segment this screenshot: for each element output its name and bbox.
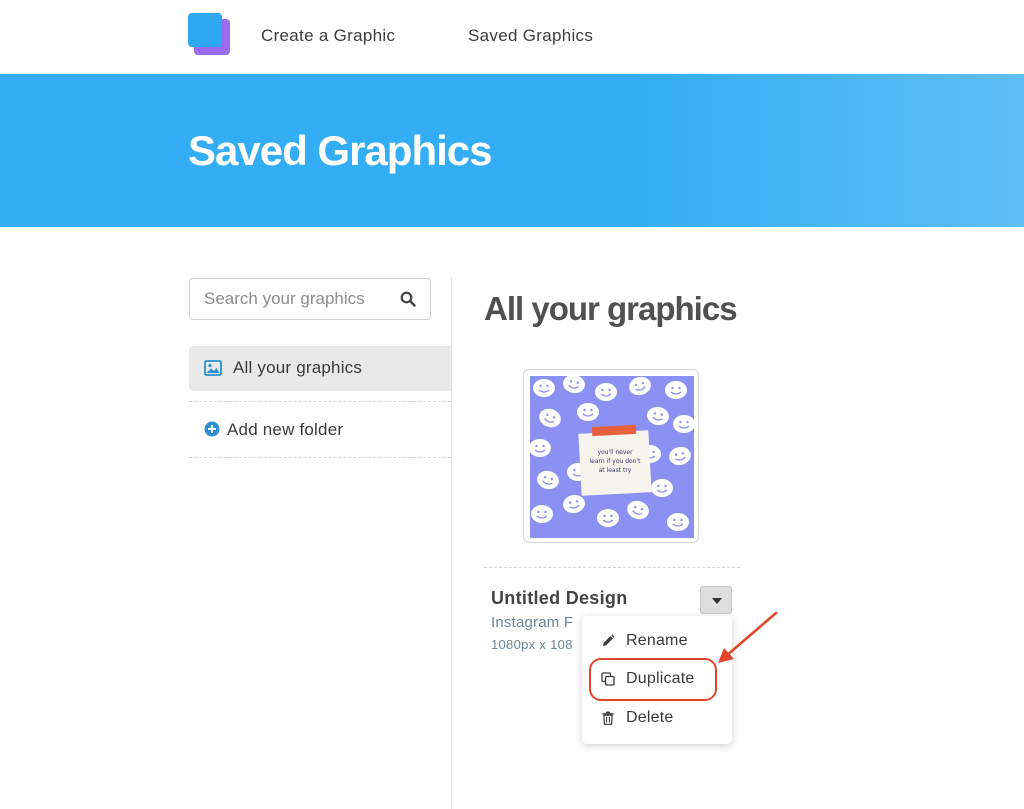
caret-down-icon (712, 598, 722, 604)
graphic-type: Instagram F (491, 614, 574, 631)
thumbnail-text-2: learn if you don't (589, 458, 641, 465)
sidebar-item-label: Add new folder (227, 420, 344, 439)
options-menu: Rename Duplicate Delete (582, 616, 732, 744)
search-box[interactable] (189, 278, 431, 320)
plus-circle-icon (204, 421, 220, 437)
sidebar-item-add-folder[interactable]: Add new folder (189, 407, 451, 452)
menu-item-label: Rename (626, 632, 688, 649)
menu-item-rename[interactable]: Rename (582, 624, 732, 658)
app-logo[interactable] (188, 13, 230, 55)
section-title: All your graphics (484, 290, 738, 327)
menu-item-duplicate[interactable]: Duplicate (582, 662, 732, 696)
sidebar-divider (189, 401, 451, 402)
search-icon[interactable] (400, 291, 416, 307)
search-input[interactable] (204, 289, 394, 309)
sidebar-item-label: All your graphics (233, 358, 363, 377)
nav-create-graphic[interactable]: Create a Graphic (261, 26, 395, 46)
menu-item-label: Duplicate (626, 670, 695, 687)
graphic-size: 1080px x 108 (491, 637, 573, 652)
thumbnail-artwork: you'll never learn if you don't at least… (530, 376, 694, 538)
sidebar-item-all-graphics[interactable]: All your graphics (189, 346, 451, 391)
graphic-options-button[interactable] (700, 586, 732, 614)
page-title: Saved Graphics (188, 127, 492, 174)
logo-front-square (188, 13, 222, 47)
graphic-thumbnail[interactable]: you'll never learn if you don't at least… (523, 369, 699, 543)
thumbnail-text-1: you'll never (597, 449, 633, 456)
card-divider (484, 567, 740, 568)
pencil-icon (603, 634, 615, 646)
sidebar-divider (189, 457, 451, 458)
copy-icon (601, 672, 615, 686)
column-divider (451, 278, 452, 809)
trash-icon (602, 711, 614, 725)
menu-item-label: Delete (626, 709, 674, 726)
image-icon (204, 360, 222, 376)
nav-saved-graphics[interactable]: Saved Graphics (468, 26, 593, 46)
top-nav: Create a Graphic Saved Graphics (0, 0, 1024, 74)
graphic-name: Untitled Design (491, 588, 628, 608)
thumbnail-text-3: at least try (599, 467, 632, 474)
menu-item-delete[interactable]: Delete (582, 701, 732, 735)
page-banner: Saved Graphics (0, 74, 1024, 227)
